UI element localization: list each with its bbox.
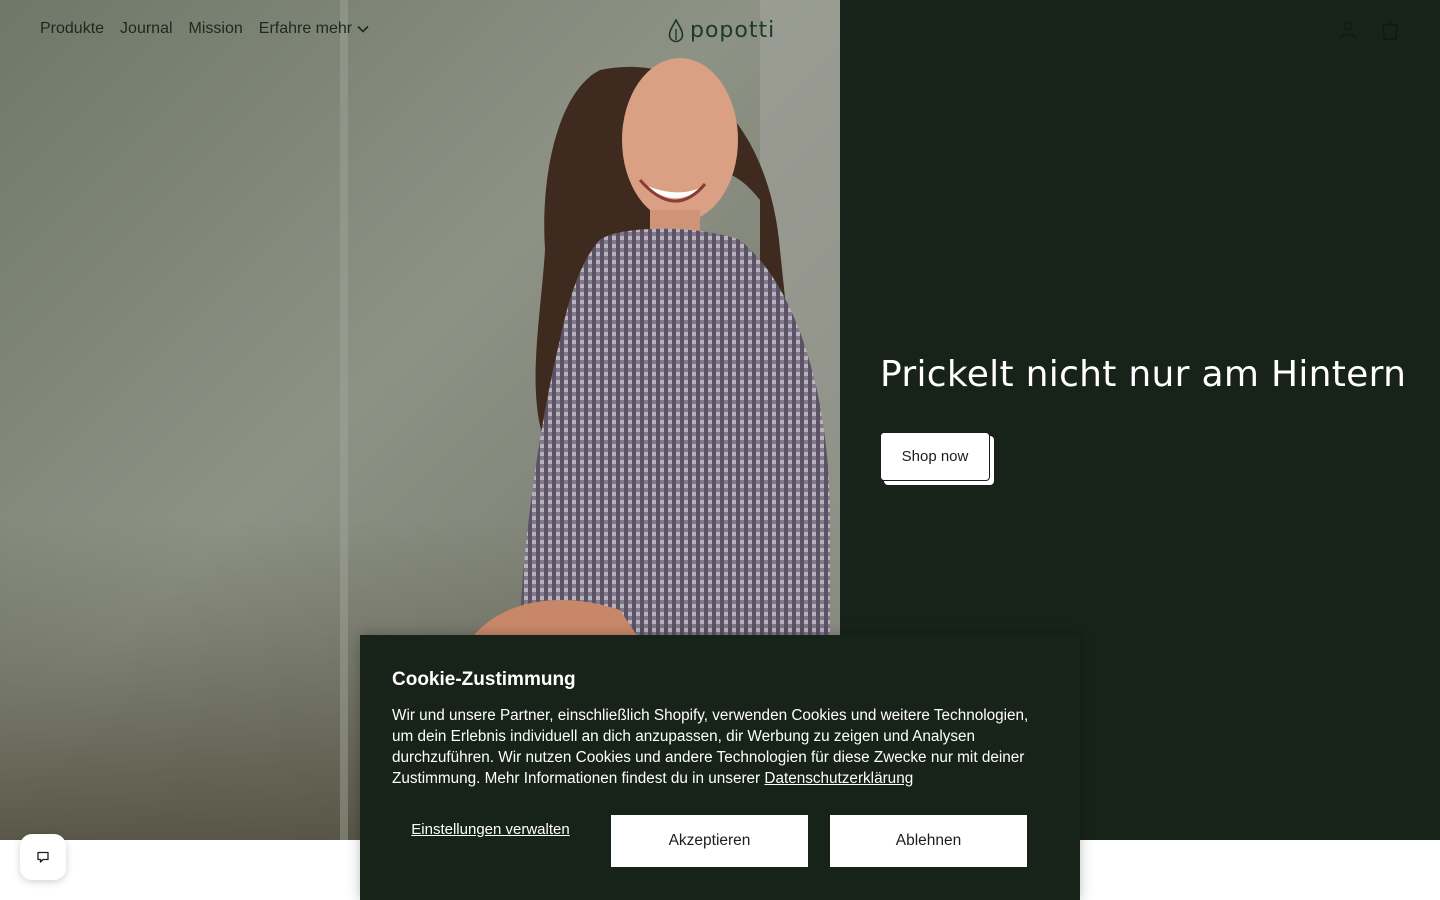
nav-label: Journal: [120, 20, 173, 37]
manage-settings-link[interactable]: Einstellungen verwalten: [392, 820, 589, 839]
main-nav: Produkte Journal Mission Erfahre mehr: [40, 20, 370, 38]
nav-link-erfahre-mehr[interactable]: Erfahre mehr: [259, 20, 370, 38]
cookie-title: Cookie-Zustimmung: [392, 669, 576, 690]
nav-link-produkte[interactable]: Produkte: [40, 20, 104, 38]
nav-link-mission[interactable]: Mission: [189, 20, 243, 38]
header-icons: [1336, 18, 1402, 42]
cookie-consent-banner: Cookie-Zustimmung Wir und unsere Partner…: [360, 635, 1080, 900]
cookie-body: Wir und unsere Partner, einschließlich S…: [392, 707, 1029, 787]
logo[interactable]: popotti: [668, 18, 775, 43]
shop-now-button[interactable]: Shop now: [880, 432, 990, 481]
cookie-text: Wir und unsere Partner, einschließlich S…: [392, 705, 1052, 789]
decline-button[interactable]: Ablehnen: [830, 815, 1027, 867]
nav-link-journal[interactable]: Journal: [120, 20, 172, 38]
nav-label: Produkte: [40, 20, 105, 37]
privacy-policy-link[interactable]: Datenschutzerklärung: [764, 770, 913, 787]
page: Prickelt nicht nur am Hintern Shop now P…: [0, 0, 1440, 900]
nav-label: Erfahre mehr: [258, 20, 353, 37]
hero-headline: Prickelt nicht nur am Hintern: [880, 354, 1407, 395]
drop-logo-icon: [668, 18, 684, 42]
account-icon[interactable]: [1336, 18, 1360, 42]
cart-icon[interactable]: [1378, 18, 1402, 42]
logo-text: popotti: [690, 18, 776, 43]
cookie-actions: Einstellungen verwalten Akzeptieren Able…: [392, 815, 1048, 867]
chevron-down-icon: [357, 25, 369, 33]
chat-button[interactable]: [20, 834, 66, 880]
nav-label: Mission: [188, 20, 243, 37]
chat-icon: [37, 851, 49, 863]
accept-button[interactable]: Akzeptieren: [611, 815, 808, 867]
